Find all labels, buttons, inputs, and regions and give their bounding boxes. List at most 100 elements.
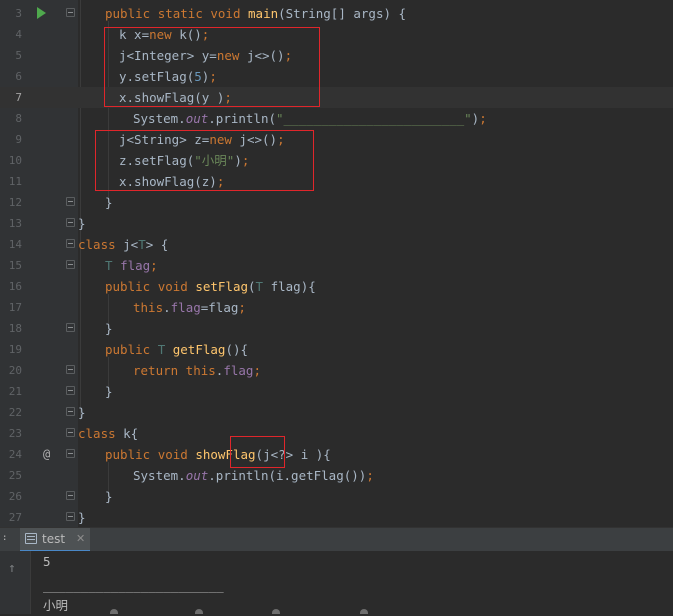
tab-test[interactable]: test ✕ <box>20 528 90 552</box>
fold-icon[interactable] <box>66 365 75 374</box>
code-token: T <box>105 258 121 273</box>
run-console[interactable]: ↑ 5 ________________________ 小明 <box>0 551 673 614</box>
up-arrow-icon[interactable]: ↑ <box>8 561 16 576</box>
code-text: System.out.println(i.getFlag()); <box>133 465 374 486</box>
code-line[interactable]: 22} <box>0 402 673 423</box>
code-token: T <box>157 342 173 357</box>
highlight-box-k-integer <box>104 27 320 107</box>
code-token: flag){ <box>270 279 316 294</box>
code-text: } <box>78 213 86 234</box>
fold-icon[interactable] <box>66 218 75 227</box>
code-line[interactable]: 7 x.showFlag(y ); <box>0 87 673 108</box>
code-token: "________________________" <box>276 111 472 126</box>
code-line[interactable]: 3 public static void main(String[] args) … <box>0 3 673 24</box>
code-text: System.out.println("____________________… <box>133 108 487 129</box>
code-token: class <box>78 426 124 441</box>
fold-icon[interactable] <box>66 323 75 332</box>
line-number: 6 <box>15 70 22 83</box>
toolbar-icon-fragment <box>360 609 368 614</box>
code-token: public <box>105 279 158 294</box>
code-token: return this <box>133 363 216 378</box>
fold-icon[interactable] <box>66 491 75 500</box>
code-line[interactable]: 15 T flag; <box>0 255 673 276</box>
code-token: out <box>185 111 209 126</box>
fold-icon[interactable] <box>66 197 75 206</box>
code-line[interactable]: 23 class k{ <box>0 423 673 444</box>
code-line[interactable]: 21} <box>0 381 673 402</box>
code-line[interactable]: 18} <box>0 318 673 339</box>
code-line[interactable]: 24 @ public void showFlag(j<?> i ){ <box>0 444 673 465</box>
code-token: flag <box>223 363 254 378</box>
console-toolbar: ↑ <box>0 551 31 614</box>
code-token: ; <box>366 468 374 483</box>
code-line[interactable]: 6 y.setFlag(5); <box>0 66 673 87</box>
code-token: ; <box>150 258 158 273</box>
fold-icon[interactable] <box>66 386 75 395</box>
code-token: main <box>248 6 279 21</box>
code-token: . <box>163 300 171 315</box>
line-number: 24 <box>8 448 22 461</box>
code-token: void <box>210 6 249 21</box>
code-line[interactable]: 12} <box>0 192 673 213</box>
close-icon[interactable]: ✕ <box>76 528 85 550</box>
code-line[interactable]: 20 return this.flag; <box>0 360 673 381</box>
code-text: this.flag=flag; <box>133 297 246 318</box>
code-token: setFlag <box>195 279 249 294</box>
fold-icon[interactable] <box>66 239 75 248</box>
code-line[interactable]: 19 public T getFlag(){ <box>0 339 673 360</box>
fold-icon[interactable] <box>66 449 75 458</box>
code-line[interactable]: 5 j<Integer> y=new j<>(); <box>0 45 673 66</box>
code-line[interactable]: 16 public void setFlag(T flag){ <box>0 276 673 297</box>
fold-icon[interactable] <box>66 512 75 521</box>
code-token: (String[] args) { <box>278 6 407 21</box>
code-line[interactable]: 14 class j<T> { <box>0 234 673 255</box>
line-number: 27 <box>8 511 22 524</box>
code-line[interactable]: 17 this.flag=flag; <box>0 297 673 318</box>
code-token: } <box>78 216 86 231</box>
code-token: public <box>105 342 158 357</box>
code-token: j< <box>123 237 139 252</box>
code-token: T <box>255 279 271 294</box>
highlight-box-string <box>95 130 314 191</box>
code-token: this <box>133 300 164 315</box>
fold-icon[interactable] <box>66 407 75 416</box>
tab-test-label: test <box>42 532 66 546</box>
code-line[interactable]: 25 System.out.println(i.getFlag()); <box>0 465 673 486</box>
line-number: 13 <box>8 217 22 230</box>
code-token: } <box>105 321 113 336</box>
fold-icon[interactable] <box>66 260 75 269</box>
code-line[interactable]: 8 System.out.println("___________________… <box>0 108 673 129</box>
line-number: 20 <box>8 364 22 377</box>
code-token: ; <box>253 363 261 378</box>
line-number: 18 <box>8 322 22 335</box>
code-token: ; <box>479 111 487 126</box>
code-line[interactable]: 26} <box>0 486 673 507</box>
code-token: void <box>157 447 196 462</box>
code-text: return this.flag; <box>133 360 261 381</box>
code-token: public <box>105 447 158 462</box>
fold-icon[interactable] <box>66 8 75 17</box>
code-text: public void showFlag(j<?> i ){ <box>105 444 331 465</box>
code-token: public <box>105 6 158 21</box>
code-text: class j<T> { <box>78 234 168 255</box>
code-text: } <box>105 318 113 339</box>
override-icon[interactable]: @ <box>43 444 50 465</box>
code-editor[interactable]: 3 public static void main(String[] args) … <box>0 0 673 527</box>
code-token: out <box>185 468 209 483</box>
toolbar-icon-fragment <box>110 609 118 614</box>
fold-icon[interactable] <box>66 428 75 437</box>
code-line[interactable]: 27} <box>0 507 673 527</box>
console-output-line: 小明 <box>43 598 69 613</box>
code-line[interactable]: 4k x=new k(); <box>0 24 673 45</box>
code-text: } <box>78 507 86 527</box>
run-gutter-icon[interactable] <box>37 7 46 19</box>
code-token: k{ <box>123 426 139 441</box>
highlight-box-wildcard <box>230 436 285 468</box>
line-number: 23 <box>8 427 22 440</box>
code-line[interactable]: 13} <box>0 213 673 234</box>
console-output-line: 5 <box>43 554 51 569</box>
code-token: .println( <box>208 111 276 126</box>
code-token: .println(i.getFlag()) <box>208 468 367 483</box>
code-text: class k{ <box>78 423 138 444</box>
line-number: 25 <box>8 469 22 482</box>
